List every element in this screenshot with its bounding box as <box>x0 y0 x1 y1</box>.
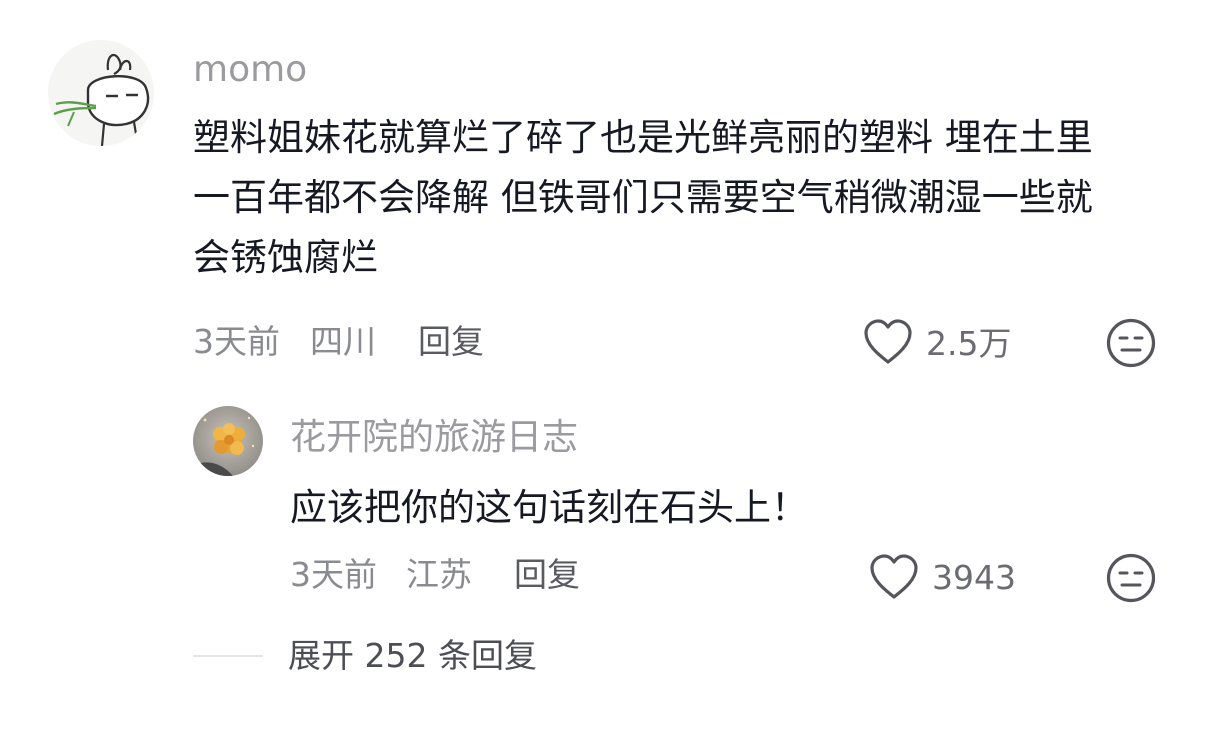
reply-like-button[interactable] <box>868 553 920 601</box>
cartoon-bunny-icon <box>48 40 154 146</box>
meh-face-icon <box>1106 318 1156 368</box>
heart-outline-icon <box>870 554 918 599</box>
reply-react-button[interactable] <box>1105 552 1157 604</box>
heart-outline-icon <box>864 319 912 364</box>
comment-text: 塑料姐妹花就算烂了碎了也是光鲜亮丽的塑料 埋在土里一百年都不会降解 但铁哥们只需… <box>193 116 1093 279</box>
orange-flower-icon <box>193 406 263 476</box>
reply-reply-button[interactable]: 回复 <box>514 553 580 597</box>
reply-avatar[interactable] <box>193 406 263 476</box>
expand-replies-button[interactable]: 展开 252 条回复 <box>288 634 537 678</box>
reply-username[interactable]: 花开院的旅游日志 <box>290 416 578 460</box>
comment-username[interactable]: momo <box>193 48 307 92</box>
reply-like-count: 3943 <box>932 558 1016 597</box>
comment-reply-button[interactable]: 回复 <box>418 320 484 364</box>
reply-location: 江苏 <box>406 555 472 594</box>
comment-react-button[interactable] <box>1105 317 1157 369</box>
reply-time: 3天前 <box>290 555 377 594</box>
expand-divider <box>193 655 263 657</box>
comment-time: 3天前 <box>193 322 280 361</box>
meh-face-icon <box>1106 553 1156 603</box>
comment-avatar[interactable] <box>48 40 154 146</box>
comment-like-button[interactable] <box>862 318 914 366</box>
reply-text: 应该把你的这句话刻在石头上！ <box>290 486 808 529</box>
comment-like-count: 2.5万 <box>926 324 1012 363</box>
comment-location: 四川 <box>310 322 376 361</box>
